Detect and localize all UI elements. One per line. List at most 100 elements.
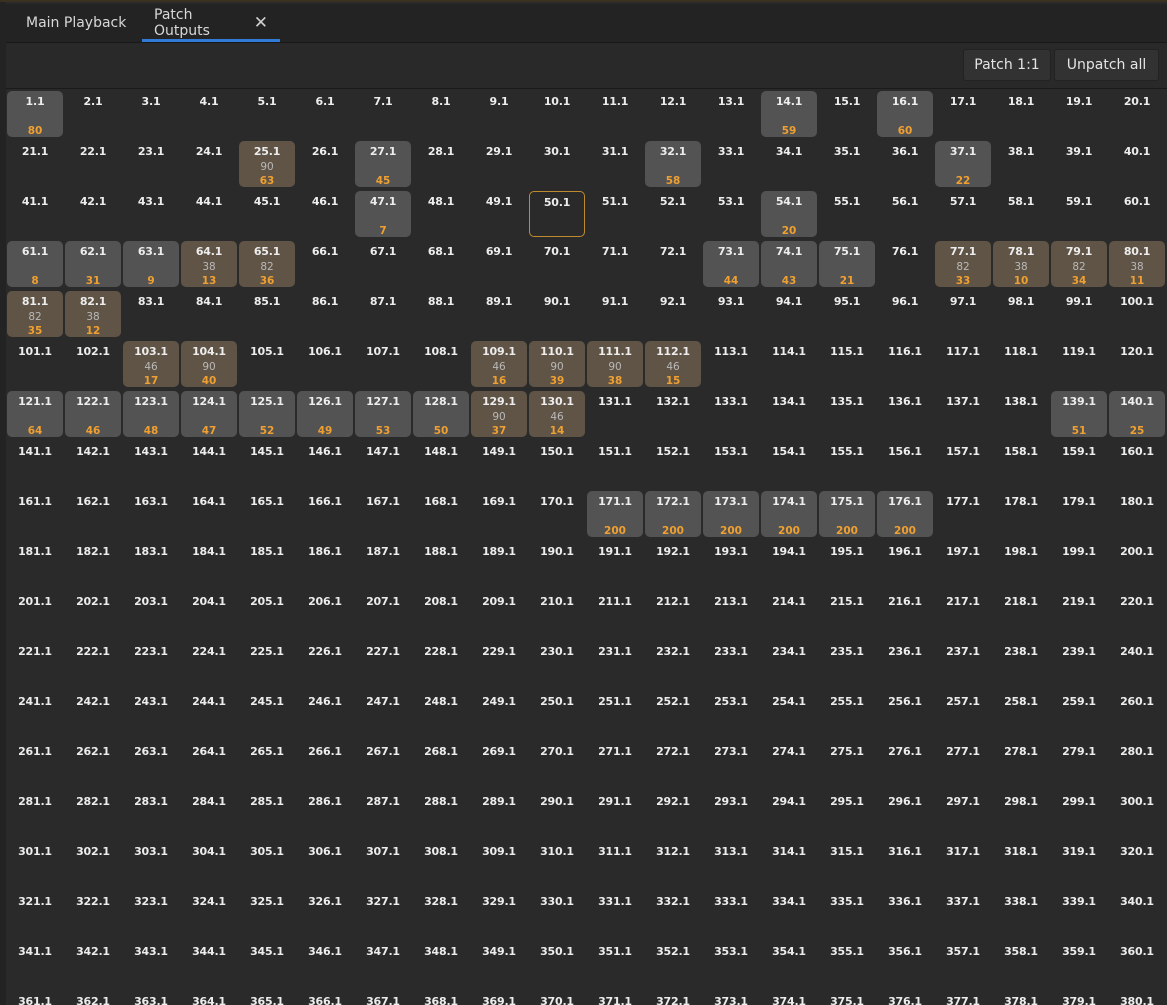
channel-cell[interactable]: 85.1 <box>239 291 295 337</box>
channel-cell[interactable]: 207.1 <box>355 591 411 637</box>
channel-cell[interactable]: 266.1 <box>297 741 353 787</box>
channel-cell[interactable]: 45.1 <box>239 191 295 237</box>
channel-cell[interactable]: 280.1 <box>1109 741 1165 787</box>
channel-cell[interactable]: 189.1 <box>471 541 527 587</box>
channel-cell[interactable]: 290.1 <box>529 791 585 837</box>
channel-cell[interactable]: 26.1 <box>297 141 353 187</box>
patched-channel-cell[interactable]: 37.1 22 <box>935 141 991 187</box>
patched-channel-cell[interactable]: 128.1 50 <box>413 391 469 437</box>
channel-cell[interactable]: 157.1 <box>935 441 991 487</box>
channel-cell[interactable]: 188.1 <box>413 541 469 587</box>
channel-cell[interactable]: 210.1 <box>529 591 585 637</box>
channel-cell[interactable]: 183.1 <box>123 541 179 587</box>
channel-cell[interactable]: 212.1 <box>645 591 701 637</box>
channel-cell[interactable]: 267.1 <box>355 741 411 787</box>
channel-cell[interactable]: 30.1 <box>529 141 585 187</box>
channel-cell[interactable]: 168.1 <box>413 491 469 537</box>
patched-channel-cell[interactable]: 129.1 90 37 <box>471 391 527 437</box>
channel-cell[interactable]: 302.1 <box>65 841 121 887</box>
patched-channel-cell[interactable]: 1.1 80 <box>7 91 63 137</box>
channel-cell[interactable]: 235.1 <box>819 641 875 687</box>
channel-cell[interactable]: 221.1 <box>7 641 63 687</box>
channel-cell[interactable]: 356.1 <box>877 941 933 987</box>
channel-cell[interactable]: 69.1 <box>471 241 527 287</box>
channel-cell[interactable]: 170.1 <box>529 491 585 537</box>
channel-cell[interactable]: 295.1 <box>819 791 875 837</box>
channel-cell[interactable]: 324.1 <box>181 891 237 937</box>
tab-main-playback[interactable]: Main Playback <box>6 4 142 42</box>
patched-channel-cell[interactable]: 140.1 25 <box>1109 391 1165 437</box>
channel-cell[interactable]: 341.1 <box>7 941 63 987</box>
channel-cell[interactable]: 224.1 <box>181 641 237 687</box>
channel-cell[interactable]: 293.1 <box>703 791 759 837</box>
channel-cell[interactable]: 107.1 <box>355 341 411 387</box>
channel-cell[interactable]: 76.1 <box>877 241 933 287</box>
channel-cell[interactable]: 340.1 <box>1109 891 1165 937</box>
channel-cell[interactable]: 83.1 <box>123 291 179 337</box>
channel-cell[interactable]: 330.1 <box>529 891 585 937</box>
patched-channel-cell[interactable]: 32.1 58 <box>645 141 701 187</box>
channel-cell[interactable]: 161.1 <box>7 491 63 537</box>
channel-cell[interactable]: 153.1 <box>703 441 759 487</box>
channel-cell[interactable]: 195.1 <box>819 541 875 587</box>
channel-cell[interactable]: 238.1 <box>993 641 1049 687</box>
channel-cell[interactable]: 321.1 <box>7 891 63 937</box>
channel-cell[interactable]: 185.1 <box>239 541 295 587</box>
channel-cell[interactable]: 286.1 <box>297 791 353 837</box>
channel-cell[interactable]: 237.1 <box>935 641 991 687</box>
channel-cell[interactable]: 51.1 <box>587 191 643 237</box>
channel-cell[interactable]: 260.1 <box>1109 691 1165 737</box>
channel-cell[interactable]: 262.1 <box>65 741 121 787</box>
channel-cell[interactable]: 268.1 <box>413 741 469 787</box>
channel-cell[interactable]: 160.1 <box>1109 441 1165 487</box>
channel-cell[interactable]: 6.1 <box>297 91 353 137</box>
channel-cell[interactable]: 2.1 <box>65 91 121 137</box>
patched-channel-cell[interactable]: 81.1 82 35 <box>7 291 63 337</box>
channel-cell[interactable]: 269.1 <box>471 741 527 787</box>
patched-channel-cell[interactable]: 103.1 46 17 <box>123 341 179 387</box>
channel-cell[interactable]: 350.1 <box>529 941 585 987</box>
channel-cell[interactable]: 216.1 <box>877 591 933 637</box>
patched-channel-cell[interactable]: 176.1 200 <box>877 491 933 537</box>
channel-cell[interactable]: 338.1 <box>993 891 1049 937</box>
channel-cell[interactable]: 310.1 <box>529 841 585 887</box>
channel-cell[interactable]: 270.1 <box>529 741 585 787</box>
channel-cell[interactable]: 131.1 <box>587 391 643 437</box>
channel-cell[interactable]: 118.1 <box>993 341 1049 387</box>
channel-cell[interactable]: 252.1 <box>645 691 701 737</box>
channel-cell[interactable]: 222.1 <box>65 641 121 687</box>
channel-cell[interactable]: 211.1 <box>587 591 643 637</box>
channel-cell[interactable]: 156.1 <box>877 441 933 487</box>
channel-cell[interactable]: 135.1 <box>819 391 875 437</box>
channel-cell[interactable]: 285.1 <box>239 791 295 837</box>
channel-cell[interactable]: 326.1 <box>297 891 353 937</box>
channel-cell[interactable]: 332.1 <box>645 891 701 937</box>
channel-cell[interactable]: 204.1 <box>181 591 237 637</box>
channel-cell[interactable]: 214.1 <box>761 591 817 637</box>
channel-cell[interactable]: 251.1 <box>587 691 643 737</box>
channel-cell[interactable]: 194.1 <box>761 541 817 587</box>
channel-cell[interactable]: 134.1 <box>761 391 817 437</box>
channel-cell[interactable]: 91.1 <box>587 291 643 337</box>
patched-channel-cell[interactable]: 65.1 82 36 <box>239 241 295 287</box>
channel-cell[interactable]: 239.1 <box>1051 641 1107 687</box>
channel-cell[interactable]: 144.1 <box>181 441 237 487</box>
channel-cell[interactable]: 138.1 <box>993 391 1049 437</box>
channel-cell[interactable]: 255.1 <box>819 691 875 737</box>
channel-cell[interactable]: 23.1 <box>123 141 179 187</box>
channel-cell[interactable]: 289.1 <box>471 791 527 837</box>
channel-cell[interactable]: 106.1 <box>297 341 353 387</box>
patched-channel-cell[interactable]: 61.1 8 <box>7 241 63 287</box>
channel-cell[interactable]: 98.1 <box>993 291 1049 337</box>
channel-cell[interactable]: 193.1 <box>703 541 759 587</box>
patched-channel-cell[interactable]: 64.1 38 13 <box>181 241 237 287</box>
channel-cell[interactable]: 186.1 <box>297 541 353 587</box>
channel-cell[interactable]: 294.1 <box>761 791 817 837</box>
channel-cell[interactable]: 278.1 <box>993 741 1049 787</box>
channel-cell[interactable]: 88.1 <box>413 291 469 337</box>
channel-cell[interactable]: 70.1 <box>529 241 585 287</box>
channel-cell[interactable]: 120.1 <box>1109 341 1165 387</box>
channel-cell[interactable]: 318.1 <box>993 841 1049 887</box>
patched-channel-cell[interactable]: 62.1 31 <box>65 241 121 287</box>
patched-channel-cell[interactable]: 47.1 7 <box>355 191 411 237</box>
